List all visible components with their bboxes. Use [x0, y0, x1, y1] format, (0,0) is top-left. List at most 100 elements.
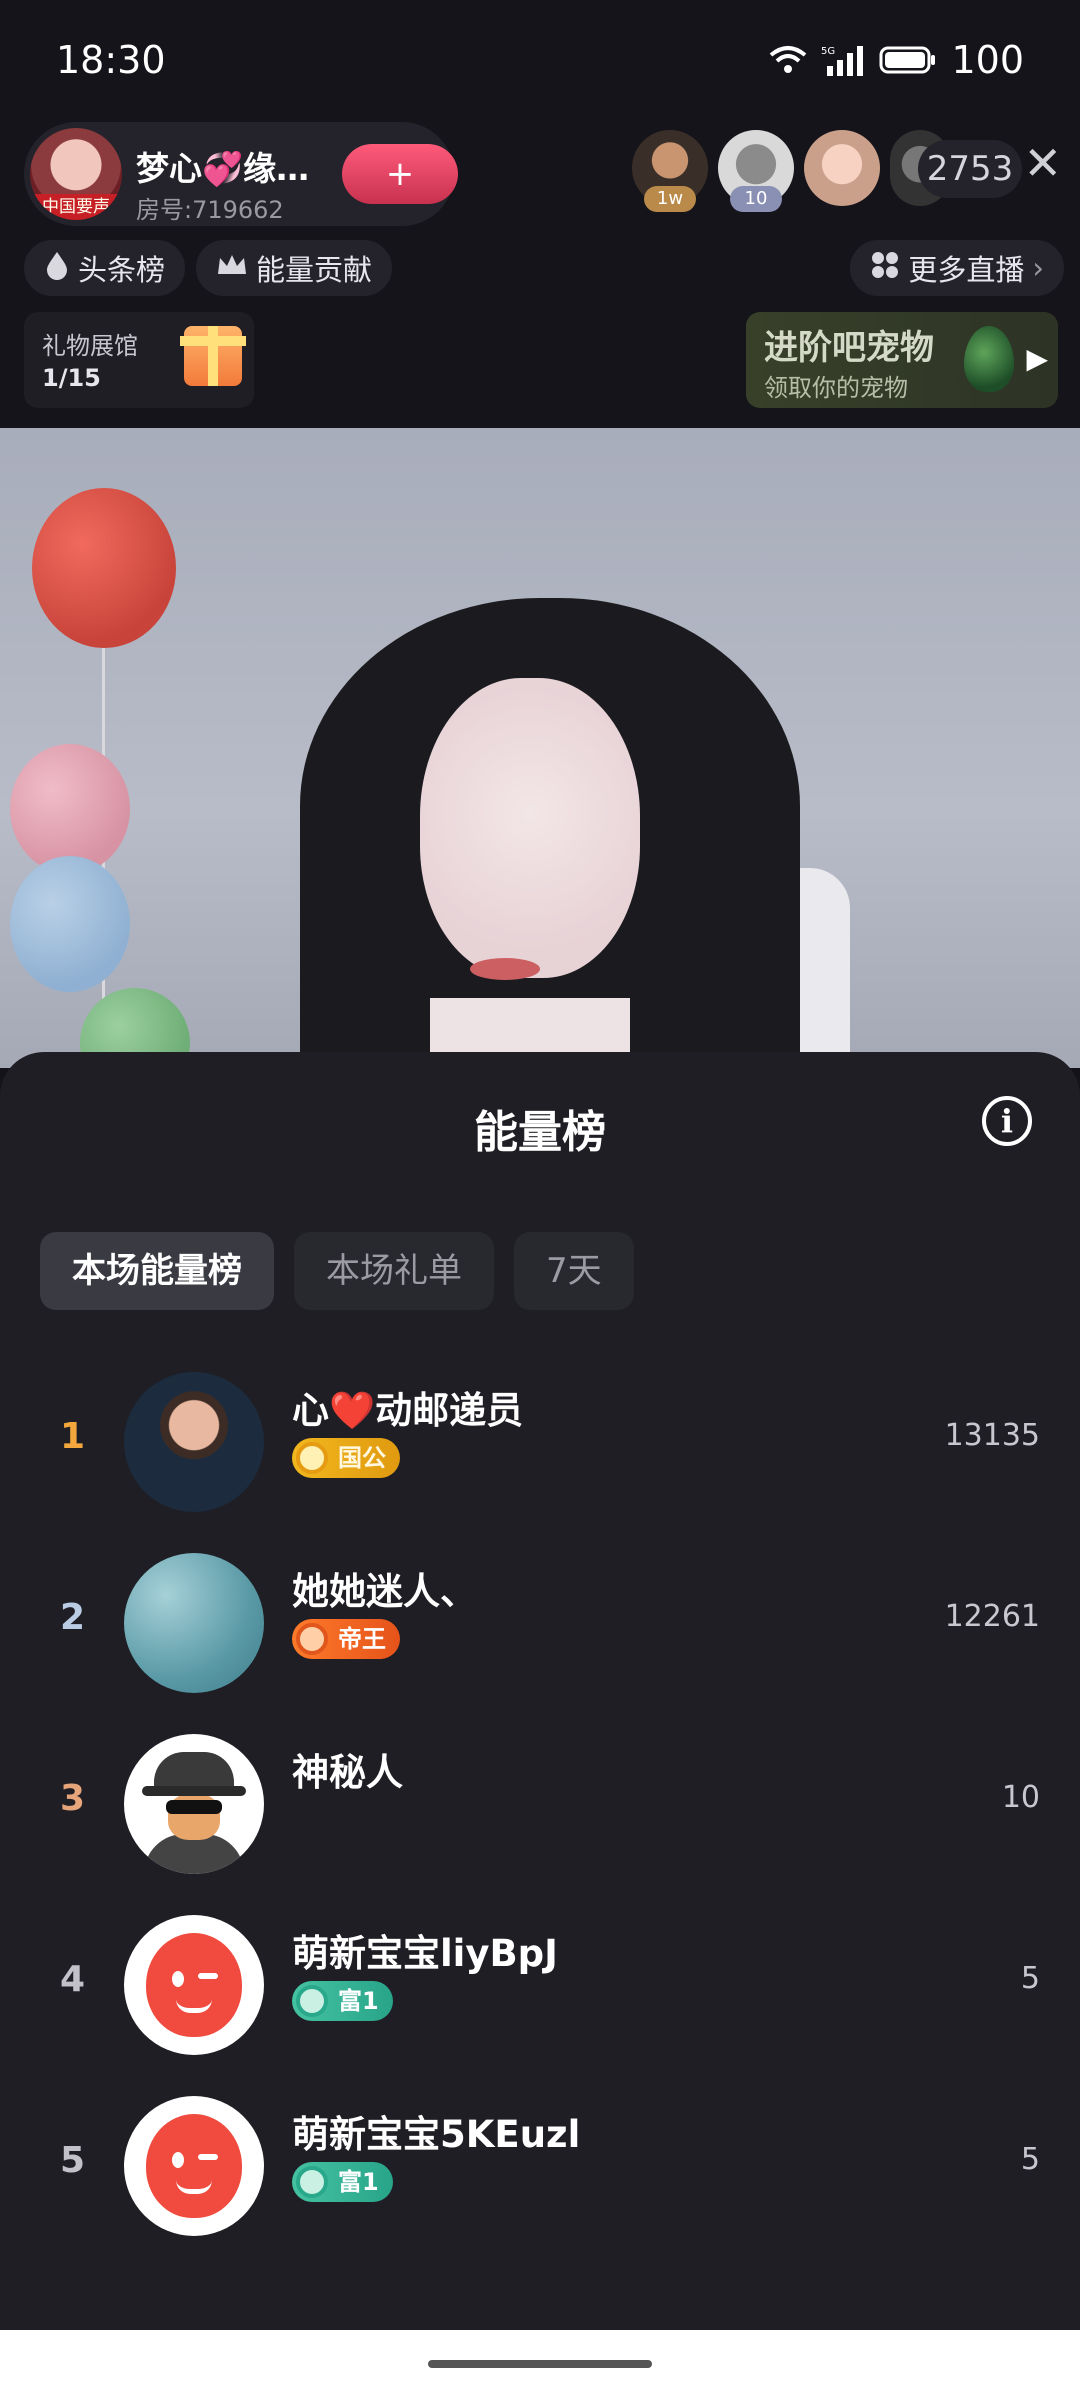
mystery-user-avatar[interactable] — [124, 1734, 264, 1874]
energy-rank-sheet: 能量榜 i 本场能量榜 本场礼单 7天 1 心❤️动邮递员 国公 13135 2… — [0, 1052, 1080, 2330]
top-viewers: 1w 10 — [632, 130, 950, 212]
heart-icon: ❤️ — [329, 1389, 376, 1432]
follow-button[interactable]: + — [342, 144, 458, 204]
balloon-red — [32, 488, 176, 648]
balloon-pink — [10, 744, 130, 874]
wifi-icon — [769, 45, 807, 75]
more-live-chip[interactable]: 更多直播 › — [850, 240, 1064, 296]
energy-contribution-chip[interactable]: 能量贡献 — [196, 240, 393, 296]
grid-icon — [870, 250, 900, 287]
system-nav-bar — [0, 2330, 1080, 2400]
more-live-label: 更多直播 — [908, 253, 1025, 287]
viewer-avatar[interactable]: 1w — [632, 130, 708, 212]
streamer-face — [420, 678, 640, 978]
host-info[interactable]: 中国要声 梦心💞缘… 房号:719662 + — [24, 122, 458, 226]
pet-banner-subtitle: 领取你的宠物 — [764, 374, 908, 402]
user-avatar[interactable] — [124, 1372, 264, 1512]
headline-rank-label: 头条榜 — [78, 253, 166, 287]
level-badge: 帝王 — [292, 1619, 400, 1659]
rank-row[interactable]: 5 萌新宝宝5KEuzl 富1 5 — [0, 2076, 1080, 2257]
gift-hall-progress: 1/15 — [42, 364, 101, 392]
tab-session-gifts[interactable]: 本场礼单 — [294, 1232, 494, 1310]
default-user-avatar[interactable] — [124, 1915, 264, 2055]
rank-row[interactable]: 4 萌新宝宝liyBpJ 富1 5 — [0, 1895, 1080, 2076]
emperor-badge-icon — [296, 1623, 328, 1655]
rank-number: 1 — [60, 1416, 86, 1457]
tab-session-energy[interactable]: 本场能量榜 — [40, 1232, 274, 1310]
avatar-hat-brim — [142, 1786, 246, 1796]
rank-list: 1 心❤️动邮递员 国公 13135 2 她她迷人、 帝王 12261 3 神秘… — [0, 1352, 1080, 2257]
avatar-wink — [198, 2154, 218, 2160]
host-name: 梦心💞缘… — [136, 149, 310, 188]
info-icon[interactable]: i — [982, 1096, 1032, 1146]
rank-number: 3 — [60, 1778, 86, 1819]
level-badge-label: 富1 — [338, 1987, 379, 2015]
avatar-coat — [144, 1834, 244, 1874]
level-badge-label: 国公 — [338, 1444, 386, 1472]
user-name: 萌新宝宝liyBpJ — [292, 1932, 558, 1975]
pet-banner-title: 进阶吧宠物 — [764, 328, 934, 368]
energy-score: 13135 — [944, 1418, 1040, 1453]
status-icons: 5G 100 — [769, 38, 1024, 82]
rank-row[interactable]: 2 她她迷人、 帝王 12261 — [0, 1533, 1080, 1714]
energy-score: 10 — [1001, 1780, 1040, 1815]
rank-number: 5 — [60, 2140, 86, 2181]
close-icon[interactable]: ✕ — [1023, 136, 1062, 190]
energy-contribution-label: 能量贡献 — [256, 253, 373, 287]
diamond-badge-icon — [296, 1442, 328, 1474]
gift-hall-title: 礼物展馆 — [42, 332, 138, 360]
rank-row[interactable]: 1 心❤️动邮递员 国公 13135 — [0, 1352, 1080, 1533]
live-video[interactable] — [0, 428, 1080, 1068]
avatar-eye — [172, 2152, 184, 2168]
viewer-avatar[interactable]: 10 — [718, 130, 794, 212]
crown-icon — [216, 251, 248, 285]
gift-hall-card[interactable]: 礼物展馆 1/15 — [24, 312, 254, 408]
pet-banner[interactable]: 进阶吧宠物 领取你的宠物 ▶ — [746, 312, 1058, 408]
viewer-count[interactable]: 2753 — [918, 140, 1022, 198]
avatar-eye — [172, 1971, 184, 1987]
viewer-badge: 10 — [730, 186, 782, 212]
host-avatar-tag: 中国要声 — [30, 194, 122, 220]
tab-7-days[interactable]: 7天 — [514, 1232, 634, 1310]
user-name-part: 心 — [292, 1389, 329, 1432]
energy-score: 5 — [1020, 2142, 1040, 2177]
rank-number: 2 — [60, 1597, 86, 1638]
play-arrow-icon: ▶ — [1026, 342, 1048, 375]
viewer-badge: 1w — [644, 186, 696, 212]
user-avatar[interactable] — [124, 1553, 264, 1693]
room-number: 房号:719662 — [136, 196, 284, 224]
default-user-avatar[interactable] — [124, 2096, 264, 2236]
level-badge-label: 富1 — [338, 2168, 379, 2196]
user-name: 她她迷人、 — [292, 1570, 477, 1613]
battery-icon — [879, 45, 937, 75]
live-room-header: 中国要声 梦心💞缘… 房号:719662 + 1w 10 2753 ✕ 头条榜 … — [0, 110, 1080, 430]
rank-row[interactable]: 3 神秘人 10 — [0, 1714, 1080, 1895]
user-name-part: 动邮递员 — [375, 1389, 524, 1432]
level-badge: 国公 — [292, 1438, 400, 1478]
rich-badge-icon — [296, 1985, 328, 2017]
user-name: 萌新宝宝5KEuzl — [292, 2113, 581, 2156]
viewer-avatar[interactable] — [804, 130, 880, 206]
host-avatar[interactable]: 中国要声 — [30, 128, 122, 220]
pet-egg-icon — [964, 326, 1014, 392]
level-badge: 富1 — [292, 2162, 393, 2202]
avatar-glasses — [166, 1800, 222, 1814]
home-indicator[interactable] — [428, 2360, 652, 2368]
level-badge-label: 帝王 — [338, 1625, 386, 1653]
avatar-blob — [146, 2114, 242, 2218]
user-name: 心❤️动邮递员 — [292, 1380, 523, 1434]
battery-level: 100 — [951, 38, 1024, 82]
status-bar: 18:30 5G 100 — [0, 0, 1080, 120]
rank-tabs: 本场能量榜 本场礼单 7天 — [40, 1232, 634, 1310]
signal-5g-icon: 5G — [821, 44, 865, 76]
rich-badge-icon — [296, 2166, 328, 2198]
user-name: 神秘人 — [292, 1751, 403, 1794]
headline-rank-chip[interactable]: 头条榜 — [24, 240, 186, 296]
drop-icon — [44, 250, 70, 287]
streamer-lips — [470, 958, 540, 980]
rank-number: 4 — [60, 1959, 86, 2000]
balloon-blue — [10, 856, 130, 992]
sheet-title: 能量榜 — [474, 1107, 606, 1158]
status-time: 18:30 — [56, 38, 166, 82]
gift-box-icon — [180, 326, 246, 386]
